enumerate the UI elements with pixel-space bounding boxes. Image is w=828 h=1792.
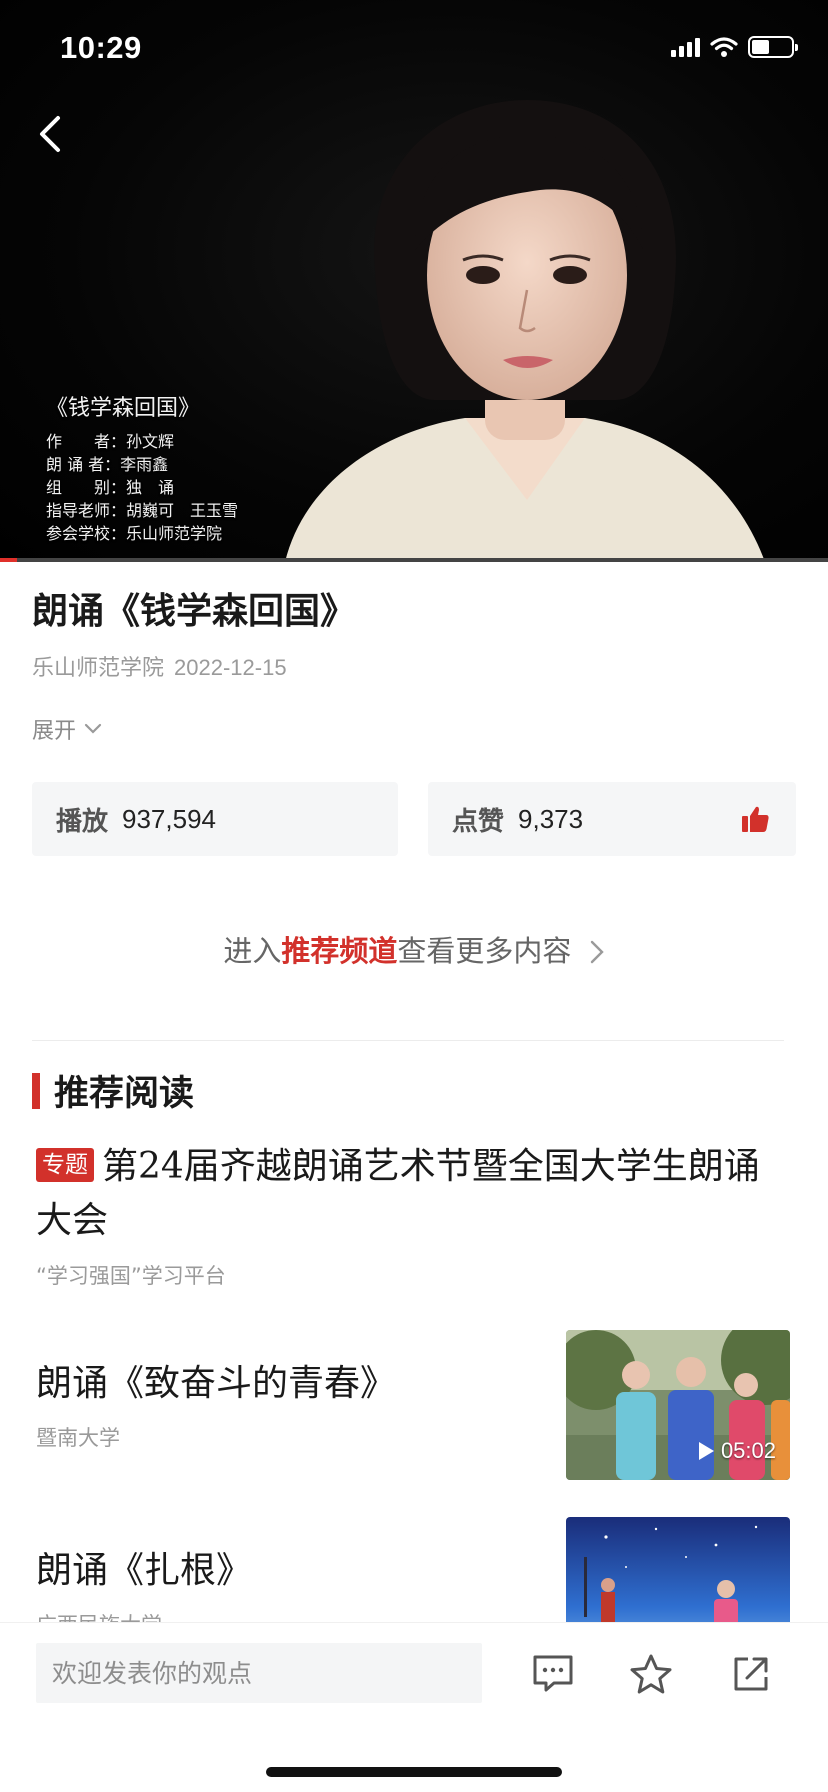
expand-button[interactable]: 展开 [32, 713, 102, 745]
article-title: 朗诵《钱学森回国》 [32, 590, 357, 632]
status-time: 10:29 [60, 30, 142, 65]
status-icons [671, 36, 798, 58]
article-source: 乐山师范学院 [32, 656, 165, 681]
list-item-thumbnail: 05:02 [566, 1330, 790, 1480]
wifi-icon [710, 37, 738, 57]
back-button[interactable] [28, 112, 72, 156]
topic-source: “学习强国”学习平台 [36, 1264, 226, 1288]
topic-title: 第24届齐越朗诵艺术节暨全国大学生朗诵大会 [36, 1146, 760, 1241]
duration-text: 05:02 [720, 1438, 776, 1463]
video-credits: 《钱学森回国》 作 者：孙文辉 朗 诵 者：李雨鑫 组 别：独 诵 指导老师：胡… [46, 390, 238, 545]
recommended-channel-link[interactable]: 进入推荐频道查看更多内容 [0, 928, 828, 970]
credits-line: 作 者：孙文辉 [46, 432, 175, 451]
article-meta: 乐山师范学院 2022-12-15 [32, 650, 287, 682]
chevron-down-icon [84, 723, 102, 734]
comment-icon [533, 1655, 573, 1692]
like-button[interactable]: 点赞 9,373 [428, 782, 796, 856]
home-indicator [266, 1767, 562, 1777]
credits-line: 参会学校：乐山师范学院 [46, 524, 223, 543]
video-player[interactable]: 10:29 《钱学森回国》 作 者：孙文辉 朗 诵 者：李雨鑫 组 别：独 诵 … [0, 0, 828, 562]
section-accent-bar [32, 1072, 40, 1109]
expand-label: 展开 [32, 719, 77, 744]
bottom-toolbar [0, 1622, 828, 1792]
comment-input[interactable] [36, 1643, 482, 1703]
article-date: 2022-12-15 [174, 655, 287, 680]
share-button[interactable] [726, 1649, 776, 1699]
like-label: 点赞 [452, 806, 505, 837]
topic-badge: 专题 [36, 1148, 94, 1182]
thumbs-up-icon [742, 806, 769, 832]
star-icon [630, 1654, 672, 1694]
topic-link[interactable]: 专题 第24届齐越朗诵艺术节暨全国大学生朗诵大会 [36, 1140, 776, 1248]
credits-line: 朗 诵 者：李雨鑫 [46, 455, 169, 474]
favorite-button[interactable] [626, 1649, 676, 1699]
list-item-source: 暨南大学 [36, 1426, 120, 1450]
credits-title: 《钱学森回国》 [46, 396, 201, 421]
back-icon [40, 116, 60, 152]
divider [32, 1040, 784, 1041]
channel-link-highlight: 推荐频道 [281, 934, 398, 968]
share-icon [734, 1657, 768, 1691]
play-label: 播放 [56, 806, 109, 837]
channel-link-suffix: 查看更多内容 [397, 934, 572, 968]
chevron-right-icon [590, 940, 604, 964]
play-count: 937,594 [122, 803, 216, 834]
section-title: 推荐阅读 [54, 1073, 195, 1114]
list-item-title: 朗诵《致奋斗的青春》 [36, 1363, 397, 1404]
play-icon [698, 1442, 714, 1460]
video-progress-fill [0, 558, 17, 562]
battery-icon [748, 36, 798, 58]
video-duration: 05:02 [697, 1438, 776, 1464]
credits-line: 指导老师：胡巍可 王玉雪 [46, 501, 239, 520]
comments-button[interactable] [528, 1649, 578, 1699]
list-item-title: 朗诵《扎根》 [36, 1550, 253, 1591]
list-item[interactable]: 朗诵《致奋斗的青春》 暨南大学 05:02 [0, 1330, 828, 1480]
recommended-section-header: 推荐阅读 [32, 1065, 194, 1116]
credits-line: 组 别：独 诵 [46, 478, 175, 497]
like-count: 9,373 [518, 803, 584, 834]
presenter-image [285, 100, 765, 562]
status-bar: 10:29 [0, 0, 828, 100]
signal-icon [671, 37, 700, 57]
play-count-card: 播放 937,594 [32, 782, 398, 856]
video-progress-bar[interactable] [0, 558, 828, 562]
channel-link-prefix: 进入 [223, 934, 282, 968]
